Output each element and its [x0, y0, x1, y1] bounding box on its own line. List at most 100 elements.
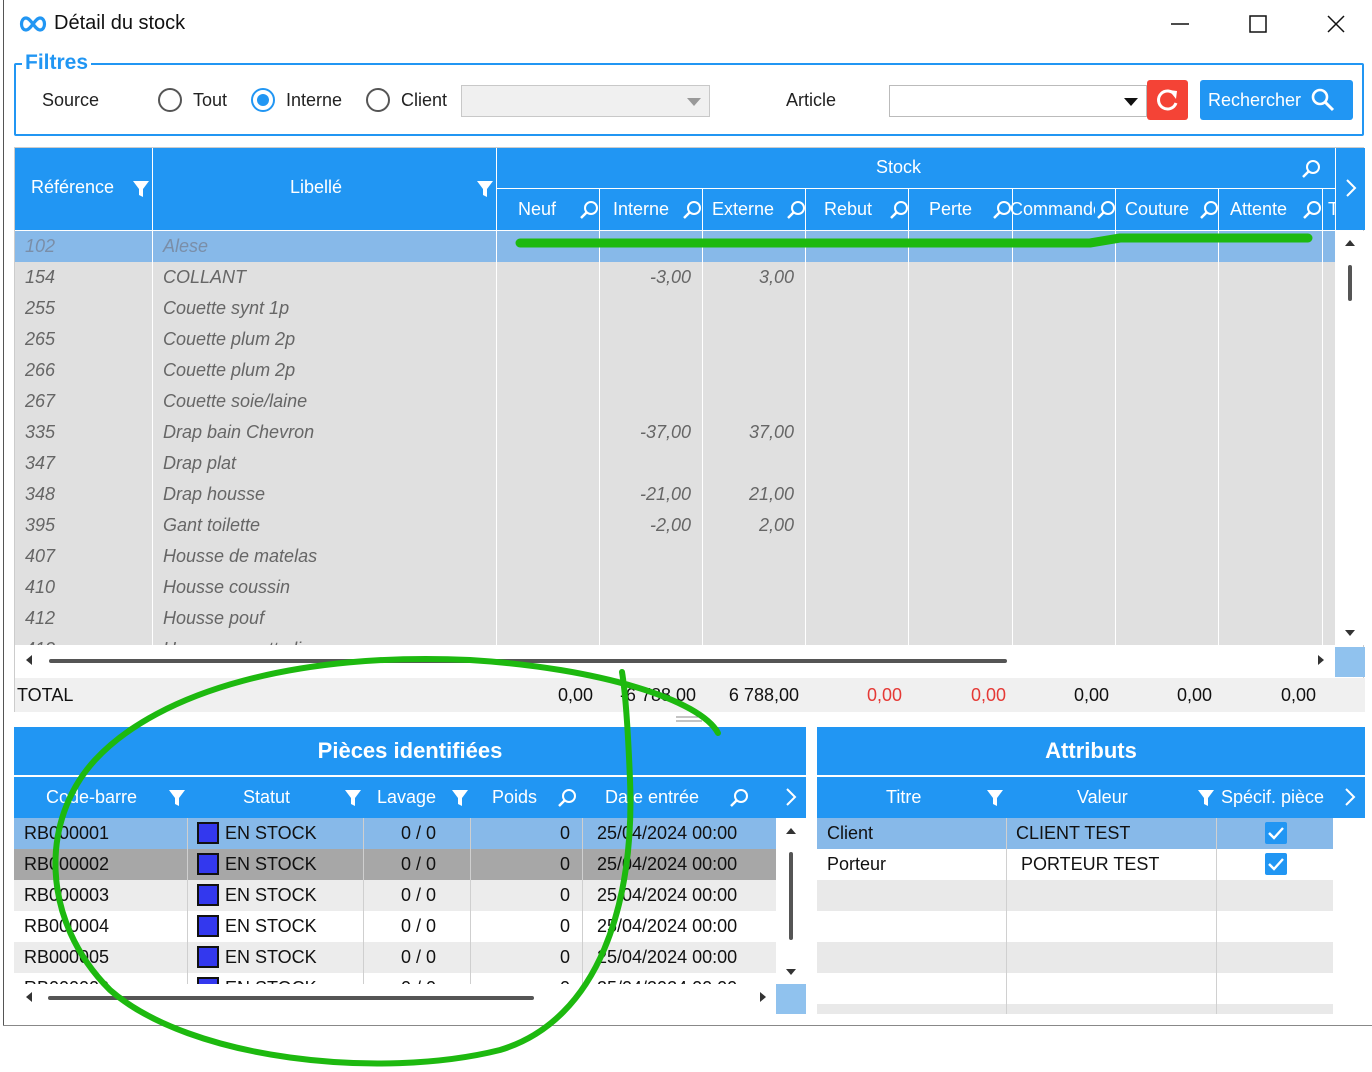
stock-row[interactable]: 412 Housse pouf	[15, 603, 1335, 634]
stock-grid-body[interactable]: 102 Alese 154 COLLANT -3,00 3,00 255 Couette sy…	[15, 231, 1335, 645]
search-icon[interactable]	[682, 200, 702, 220]
maximize-button[interactable]	[1219, 4, 1297, 44]
minimize-button[interactable]	[1141, 4, 1219, 44]
pieces-row[interactable]: RB000003 EN STOCK 0 / 0 0 25/04/2024 00:00	[14, 880, 776, 911]
col-couture[interactable]: Couture	[1125, 199, 1189, 220]
search-icon[interactable]	[1199, 200, 1219, 220]
splitter-grip-icon[interactable]	[676, 715, 702, 723]
stock-row[interactable]: 348 Drap housse -21,00 21,00	[15, 479, 1335, 510]
filter-icon[interactable]	[986, 789, 1004, 807]
attributs-grid-body[interactable]: Client CLIENT TEST Porteur PORTEUR TEST	[817, 818, 1333, 1014]
col-perte[interactable]: Perte	[929, 199, 972, 220]
col-valeur[interactable]: Valeur	[1077, 787, 1128, 808]
attribut-row[interactable]	[817, 973, 1333, 1004]
filter-icon[interactable]	[476, 180, 494, 198]
stock-vertical-scrollbar[interactable]	[1335, 231, 1365, 645]
radio-client[interactable]	[366, 88, 390, 112]
scrollbar-thumb[interactable]	[49, 659, 1007, 663]
attribut-row[interactable]	[817, 880, 1333, 911]
scroll-right-icon[interactable]	[1317, 655, 1325, 665]
attribut-row[interactable]	[817, 1004, 1333, 1014]
search-icon[interactable]	[786, 200, 806, 220]
chevron-right-icon[interactable]	[1343, 787, 1357, 807]
col-rebut[interactable]: Rebut	[824, 199, 872, 220]
stock-row[interactable]: 335 Drap bain Chevron -37,00 37,00	[15, 417, 1335, 448]
pieces-row[interactable]: RB000006EN STOCK0 / 0025/04/2024 00:00	[14, 973, 776, 984]
search-icon[interactable]	[557, 788, 577, 808]
stock-row[interactable]: 413 Housse couette lin	[15, 634, 1335, 645]
title-bar[interactable]: Détail du stock	[0, 0, 1372, 48]
attribut-row[interactable]: Client CLIENT TEST	[817, 818, 1333, 849]
col-code-barre[interactable]: Code-barre	[46, 787, 137, 808]
article-select[interactable]	[889, 85, 1147, 117]
stock-row[interactable]: 347 Drap plat	[15, 448, 1335, 479]
filter-icon[interactable]	[451, 789, 469, 807]
filter-icon[interactable]	[168, 789, 186, 807]
radio-tout[interactable]	[158, 88, 182, 112]
col-externe[interactable]: Externe	[712, 199, 774, 220]
search-button[interactable]: Rechercher	[1200, 80, 1353, 120]
stock-row[interactable]: 407 Housse de matelas	[15, 541, 1335, 572]
search-icon[interactable]	[1096, 200, 1116, 220]
scrollbar-thumb[interactable]	[48, 996, 534, 1000]
stock-horizontal-scrollbar[interactable]	[15, 647, 1333, 675]
stock-row[interactable]: 265 Couette plum 2p	[15, 324, 1335, 355]
search-icon[interactable]	[579, 200, 599, 220]
stock-row[interactable]: 102 Alese	[15, 231, 1335, 262]
col-libelle[interactable]: Libellé	[290, 177, 342, 198]
scrollbar-thumb[interactable]	[789, 852, 793, 940]
col-neuf[interactable]: Neuf	[518, 199, 556, 220]
scroll-up-icon[interactable]	[786, 827, 796, 835]
stock-row[interactable]: 266 Couette plum 2p	[15, 355, 1335, 386]
search-icon[interactable]	[1302, 200, 1322, 220]
reset-button[interactable]	[1147, 80, 1188, 120]
specif-piece-checkbox[interactable]	[1265, 822, 1287, 844]
pieces-row[interactable]: RB000002 EN STOCK 0 / 0 0 25/04/2024 00:00	[14, 849, 776, 880]
stock-row[interactable]: 395 Gant toilette -2,00 2,00	[15, 510, 1335, 541]
scroll-up-icon[interactable]	[1345, 239, 1355, 247]
chevron-right-icon[interactable]	[784, 787, 798, 807]
radio-interne-label[interactable]: Interne	[286, 90, 342, 111]
col-specif-piece[interactable]: Spécif. pièce	[1221, 787, 1324, 808]
filter-icon[interactable]	[1197, 789, 1215, 807]
close-button[interactable]	[1297, 4, 1372, 44]
col-attente[interactable]: Attente	[1230, 199, 1287, 220]
radio-tout-label[interactable]: Tout	[193, 90, 227, 111]
scroll-left-icon[interactable]	[25, 992, 33, 1002]
search-icon[interactable]	[1301, 159, 1321, 179]
col-titre[interactable]: Titre	[886, 787, 921, 808]
stock-row[interactable]: 154 COLLANT -3,00 3,00	[15, 262, 1335, 293]
chevron-down-icon[interactable]	[1124, 98, 1138, 106]
col-statut[interactable]: Statut	[243, 787, 290, 808]
pieces-row[interactable]: RB000004 EN STOCK 0 / 0 0 25/04/2024 00:00	[14, 911, 776, 942]
pieces-grid-body[interactable]: RB000001 EN STOCK 0 / 0 0 25/04/2024 00:00 RB…	[14, 818, 776, 984]
col-commande[interactable]: Commande	[1010, 199, 1095, 220]
scroll-left-icon[interactable]	[25, 655, 33, 665]
col-poids[interactable]: Poids	[492, 787, 537, 808]
attribut-row[interactable]: Porteur PORTEUR TEST	[817, 849, 1333, 880]
col-reference[interactable]: Référence	[31, 177, 114, 198]
stock-row[interactable]: 255 Couette synt 1p	[15, 293, 1335, 324]
col-interne[interactable]: Interne	[613, 199, 669, 220]
attribut-row[interactable]	[817, 942, 1333, 973]
filter-icon[interactable]	[344, 789, 362, 807]
pieces-horizontal-scrollbar[interactable]	[14, 984, 776, 1012]
search-icon[interactable]	[992, 200, 1012, 220]
filter-icon[interactable]	[132, 180, 150, 198]
stock-row[interactable]: 410 Housse coussin	[15, 572, 1335, 603]
search-icon[interactable]	[729, 788, 749, 808]
pieces-vertical-scrollbar[interactable]	[776, 818, 806, 984]
radio-client-label[interactable]: Client	[401, 90, 447, 111]
stock-row[interactable]: 267 Couette soie/laine	[15, 386, 1335, 417]
pieces-row[interactable]: RB000005 EN STOCK 0 / 0 0 25/04/2024 00:00	[14, 942, 776, 973]
stock-grid[interactable]: Référence Libellé Stock Neuf Interne Ext…	[14, 147, 1365, 712]
scroll-down-icon[interactable]	[786, 968, 796, 976]
col-lavage[interactable]: Lavage	[377, 787, 436, 808]
radio-interne[interactable]	[251, 88, 275, 112]
search-icon[interactable]	[889, 200, 909, 220]
scroll-down-icon[interactable]	[1345, 629, 1355, 637]
attribut-row[interactable]	[817, 911, 1333, 942]
pieces-row[interactable]: RB000001 EN STOCK 0 / 0 0 25/04/2024 00:00	[14, 818, 776, 849]
specif-piece-checkbox[interactable]	[1265, 853, 1287, 875]
scrollbar-thumb[interactable]	[1348, 265, 1352, 301]
